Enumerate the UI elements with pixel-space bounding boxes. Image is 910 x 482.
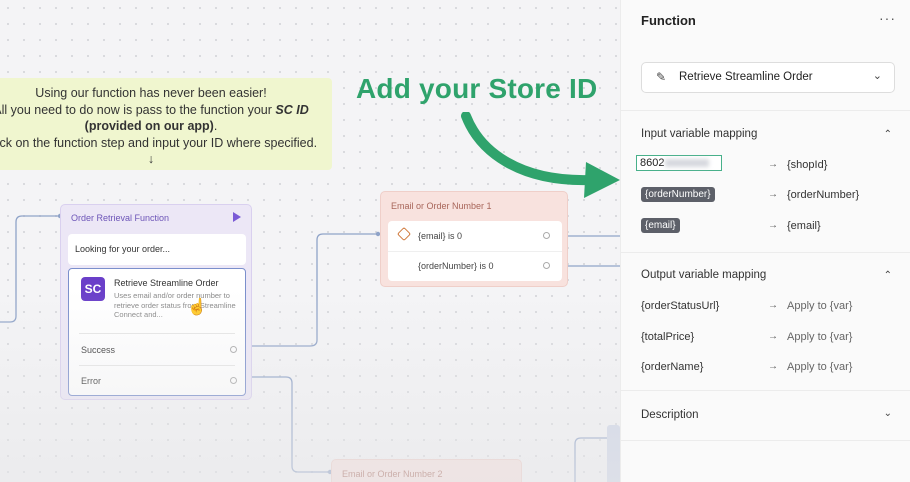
success-port[interactable]: Success: [81, 345, 237, 355]
arrow-right-icon: →: [768, 361, 778, 372]
divider: [79, 365, 235, 366]
output-mapping-row: {orderStatusUrl} → Apply to {var}: [641, 298, 900, 316]
variable-pill[interactable]: {email}: [641, 218, 680, 233]
divider: [621, 252, 910, 253]
output-variable: {orderName}: [641, 361, 704, 373]
instruction-note: Using our function has never been easier…: [0, 78, 332, 170]
partial-node[interactable]: [607, 425, 620, 482]
function-step[interactable]: SC Retrieve Streamline Order Uses email …: [68, 268, 246, 396]
output-variable: {orderStatusUrl}: [641, 300, 720, 312]
success-label: Success: [81, 345, 116, 355]
input-mapping-row: 8602 → {shopId}: [636, 155, 900, 175]
condition-row[interactable]: {orderNumber} is 0: [388, 251, 562, 281]
order-retrieval-node[interactable]: Order Retrieval Function Looking for you…: [60, 204, 252, 400]
condition-node-2[interactable]: Email or Order Number 2: [331, 459, 522, 482]
arrow-right-icon: →: [768, 220, 778, 231]
note-sc-id: SC ID: [275, 102, 309, 117]
output-mapping-row: {totalPrice} → Apply to {var}: [641, 329, 900, 347]
input-mapping-title: Input variable mapping: [641, 128, 758, 140]
down-arrow-icon: ↓: [147, 152, 155, 166]
input-mapping-row: {email} → {email}: [641, 218, 900, 236]
output-mapping-title: Output variable mapping: [641, 269, 767, 281]
function-select-value: Retrieve Streamline Order: [679, 71, 813, 83]
input-mapping-row: {orderNumber} → {orderNumber}: [641, 187, 900, 205]
message-step[interactable]: Looking for your order...: [68, 234, 246, 265]
condition-node-1[interactable]: Email or Order Number 1 {email} is 0 {or…: [380, 191, 568, 287]
mapping-target: {shopId}: [787, 159, 828, 171]
error-port[interactable]: Error: [81, 376, 237, 386]
condition-port-dot[interactable]: [543, 232, 550, 239]
condition-node-title: Email or Order Number 1: [391, 201, 492, 211]
apply-to-var[interactable]: Apply to {var}: [787, 361, 852, 373]
variable-pill[interactable]: {orderNumber}: [641, 187, 715, 202]
divider: [621, 390, 910, 391]
function-select[interactable]: ✎ Retrieve Streamline Order ⌄: [641, 62, 895, 93]
store-id-headline: Add your Store ID: [356, 73, 598, 104]
apply-to-var[interactable]: Apply to {var}: [787, 300, 852, 312]
more-dots-icon[interactable]: ···: [879, 10, 896, 26]
note-line-4: Click on the function step and input you…: [0, 135, 318, 150]
note-line-2-text: All you need to do now is pass to the fu…: [0, 102, 276, 117]
order-node-title-text: Order Retrieval Function: [71, 213, 170, 223]
chevron-down-icon: ⌄: [872, 70, 882, 82]
curved-arrow-icon: [461, 112, 620, 198]
function-panel: Function ··· ✎ Retrieve Streamline Order…: [620, 0, 910, 482]
arrow-right-icon: →: [768, 331, 778, 342]
note-period: .: [213, 119, 218, 133]
condition-node-2-title: Email or Order Number 2: [342, 469, 443, 479]
store-id-input[interactable]: 8602: [636, 155, 722, 171]
error-label: Error: [81, 376, 101, 386]
chevron-up-icon[interactable]: ⌃: [884, 129, 892, 140]
sc-logo-icon: SC: [81, 277, 105, 301]
chevron-up-icon[interactable]: ⌃: [884, 270, 892, 281]
divider: [621, 440, 910, 441]
mapping-target: {email}: [787, 220, 821, 232]
play-icon[interactable]: [233, 212, 241, 222]
arrow-right-icon: →: [768, 189, 778, 200]
pencil-icon: ✎: [656, 70, 667, 84]
arrow-right-icon: →: [768, 300, 778, 311]
note-line-2: All you need to do now is pass to the fu…: [0, 102, 332, 119]
divider: [79, 333, 235, 334]
error-port-dot[interactable]: [230, 377, 237, 384]
store-id-value: 8602: [640, 157, 665, 169]
output-mapping-row: {orderName} → Apply to {var}: [641, 359, 900, 377]
condition-list: {email} is 0 {orderNumber} is 0: [388, 221, 562, 281]
function-step-title: Retrieve Streamline Order: [114, 278, 219, 288]
condition-text: {orderNumber} is 0: [418, 261, 494, 271]
condition-text: {email} is 0: [418, 231, 463, 241]
flow-canvas[interactable]: Using our function has never been easier…: [0, 0, 620, 482]
condition-icon: [396, 226, 412, 242]
apply-to-var[interactable]: Apply to {var}: [787, 331, 852, 343]
arrow-right-icon: →: [768, 159, 778, 170]
chevron-down-icon[interactable]: ⌄: [884, 408, 892, 419]
note-line-3: (provided on our app).: [0, 118, 332, 135]
function-step-description: Uses email and/or order number to retrie…: [114, 291, 236, 319]
divider: [621, 110, 910, 111]
hand-cursor-icon: ☝: [187, 299, 207, 316]
order-node-title: Order Retrieval Function: [61, 205, 251, 231]
condition-port-dot[interactable]: [543, 262, 550, 269]
note-provided: (provided on our app): [84, 119, 214, 133]
panel-title: Function: [641, 13, 696, 28]
mapping-target: {orderNumber}: [787, 189, 860, 201]
note-line-1: Using our function has never been easier…: [35, 86, 267, 100]
success-port-dot[interactable]: [230, 346, 237, 353]
condition-row[interactable]: {email} is 0: [388, 221, 562, 251]
output-variable: {totalPrice}: [641, 331, 695, 343]
blurred-id: [665, 159, 710, 168]
description-title: Description: [641, 409, 699, 421]
